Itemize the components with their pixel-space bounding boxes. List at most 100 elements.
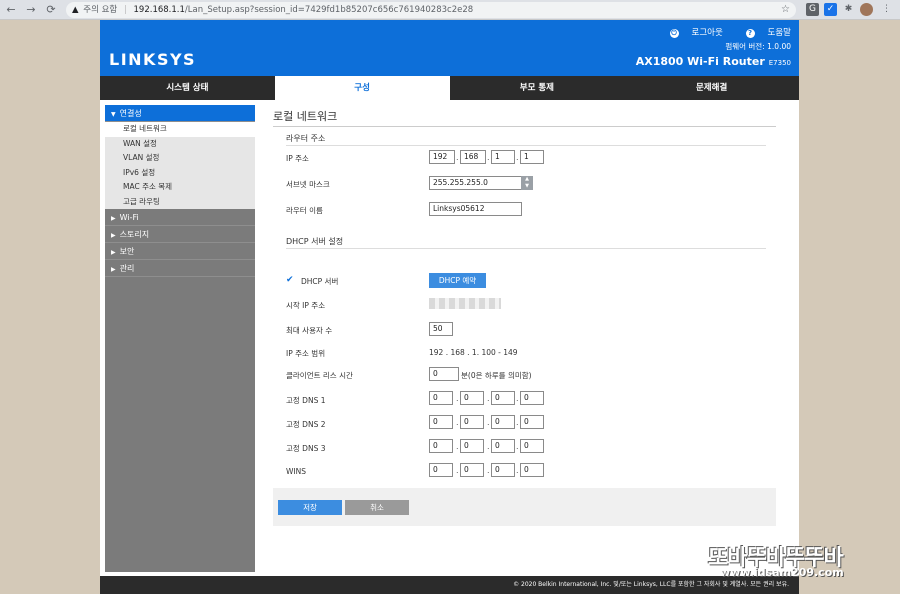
sidebar-subitem-vlan[interactable]: VLAN 설정: [105, 151, 255, 166]
dns1-octet-3[interactable]: 0: [491, 391, 515, 405]
subnet-mask-select[interactable]: 255.255.255.0: [429, 176, 533, 190]
linksys-logo: LINKSYS: [109, 50, 197, 69]
back-icon[interactable]: ←: [4, 3, 18, 17]
section-router-address: 라우터 주소: [286, 134, 326, 143]
logout-label: 로그아웃: [691, 28, 723, 38]
address-bar[interactable]: ▲ 주의 요함 | 192.168.1.1/Lan_Setup.asp?sess…: [66, 2, 796, 18]
dns1-octet-1[interactable]: 0: [429, 391, 453, 405]
bookmark-star-icon[interactable]: ☆: [781, 2, 790, 18]
dns1-octet-2[interactable]: 0: [460, 391, 484, 405]
dns2-octet-4[interactable]: 0: [520, 415, 544, 429]
watermark-url: www.idsam209.com: [720, 566, 844, 579]
dns2-octet-2[interactable]: 0: [460, 415, 484, 429]
warning-icon: ▲: [72, 5, 79, 15]
help-link[interactable]: ? 도움말: [736, 28, 791, 38]
dot-separator: .: [516, 466, 519, 475]
copyright-footer: © 2020 Belkin International, Inc. 및/또는 L…: [100, 576, 799, 594]
dot-separator: .: [456, 418, 459, 427]
ip-octet-2[interactable]: 168: [460, 150, 486, 164]
dhcp-reservation-button[interactable]: DHCP 예약: [429, 273, 486, 288]
tab-parental-control[interactable]: 부모 통제: [450, 76, 625, 100]
url-separator: |: [123, 5, 127, 15]
firmware-label: 펌웨어 버전:: [725, 42, 765, 51]
save-button[interactable]: 저장: [278, 500, 342, 515]
extension-icon[interactable]: G: [806, 3, 819, 16]
tab-troubleshooting[interactable]: 문제해결: [624, 76, 799, 100]
dns3-octet-1[interactable]: 0: [429, 439, 453, 453]
max-users-input[interactable]: 50: [429, 322, 453, 336]
select-arrows-icon[interactable]: ▲ ▼: [521, 176, 533, 190]
dns3-octet-2[interactable]: 0: [460, 439, 484, 453]
model-label: AX1800 Wi-Fi Router: [635, 55, 765, 68]
sidebar-item-security[interactable]: ▶ 보안: [105, 243, 255, 260]
dot-separator: .: [516, 394, 519, 403]
ip-octet-4[interactable]: 1: [520, 150, 544, 164]
puzzle-icon[interactable]: ✱: [842, 3, 855, 16]
sidebar-subitem-mac-clone[interactable]: MAC 주소 복제: [105, 180, 255, 195]
reload-icon[interactable]: ⟳: [44, 3, 58, 17]
lease-time-input[interactable]: 0: [429, 367, 459, 381]
wins-octet-2[interactable]: 0: [460, 463, 484, 477]
dns3-octet-3[interactable]: 0: [491, 439, 515, 453]
dns1-label: 고정 DNS 1: [286, 396, 326, 405]
wins-octet-1[interactable]: 0: [429, 463, 453, 477]
dot-separator: .: [516, 442, 519, 451]
security-warning: 주의 요함: [83, 5, 118, 15]
dot-separator: .: [456, 153, 459, 162]
sidebar: ▼ 연결성 로컬 네트워크 WAN 설정 VLAN 설정 IPv6 설정 MAC …: [105, 105, 255, 572]
profile-avatar[interactable]: [860, 3, 873, 16]
start-ip-redacted: [429, 298, 501, 309]
sidebar-subitem-wan[interactable]: WAN 설정: [105, 137, 255, 152]
sidebar-item-storage[interactable]: ▶ 스토리지: [105, 226, 255, 243]
sidebar-subitem-advanced-routing[interactable]: 고급 라우팅: [105, 195, 255, 210]
subnet-mask-label: 서브넷 마스크: [286, 180, 330, 189]
title-divider: [273, 126, 776, 127]
url-path: /Lan_Setup.asp?session_id=7429fd1b85207c…: [184, 5, 474, 15]
browser-toolbar: ← → ⟳ ▲ 주의 요함 | 192.168.1.1/Lan_Setup.as…: [0, 0, 900, 20]
logout-link[interactable]: ⏻ 로그아웃: [660, 28, 723, 38]
dot-separator: .: [516, 418, 519, 427]
sidebar-submenu: 로컬 네트워크 WAN 설정 VLAN 설정 IPv6 설정 MAC 주소 복제…: [105, 122, 255, 209]
help-icon: ?: [745, 29, 755, 38]
tab-configuration[interactable]: 구성: [274, 76, 450, 100]
section-divider: [286, 248, 766, 249]
page-title: 로컬 네트워크: [273, 110, 338, 123]
sidebar-item-label: 스토리지: [119, 230, 150, 239]
dot-separator: .: [456, 442, 459, 451]
section-divider: [286, 145, 766, 146]
sidebar-subitem-ipv6[interactable]: IPv6 설정: [105, 166, 255, 181]
dns3-octet-4[interactable]: 0: [520, 439, 544, 453]
sidebar-item-label: 보안: [119, 247, 135, 256]
tab-system-status[interactable]: 시스템 상태: [100, 76, 275, 100]
cancel-button[interactable]: 취소: [345, 500, 409, 515]
dns3-label: 고정 DNS 3: [286, 444, 326, 453]
sidebar-subitem-local-network[interactable]: 로컬 네트워크: [105, 122, 255, 137]
sidebar-item-label: 관리: [119, 264, 135, 273]
lease-time-note: 분(0은 하루를 의미함): [461, 371, 532, 380]
menu-kebab-icon[interactable]: ⋮: [880, 3, 893, 16]
ip-octet-1[interactable]: 192: [429, 150, 455, 164]
section-dhcp-settings: DHCP 서버 설정: [286, 237, 344, 246]
dns2-octet-3[interactable]: 0: [491, 415, 515, 429]
checklist-extension-icon[interactable]: ✓: [824, 3, 837, 16]
dot-separator: .: [516, 153, 519, 162]
wins-octet-4[interactable]: 0: [520, 463, 544, 477]
router-name-label: 라우터 이름: [286, 206, 323, 215]
sidebar-item-wifi[interactable]: ▶ Wi-Fi: [105, 209, 255, 226]
dhcp-server-checkbox[interactable]: ✔: [286, 276, 295, 285]
firmware-version: 펌웨어 버전: 1.0.00: [725, 41, 791, 52]
ip-range-value: 192 . 168 . 1. 100 - 149: [429, 348, 518, 357]
wins-octet-3[interactable]: 0: [491, 463, 515, 477]
router-name-input[interactable]: Linksys05612: [429, 202, 522, 216]
chevron-right-icon: ▶: [111, 249, 116, 256]
header: LINKSYS ⏻ 로그아웃 ? 도움말 펌웨어 버전: 1.0.00 AX1800…: [100, 20, 799, 76]
ip-octet-3[interactable]: 1: [491, 150, 515, 164]
sidebar-item-connectivity[interactable]: ▼ 연결성: [105, 105, 255, 122]
forward-icon[interactable]: →: [24, 3, 38, 17]
sidebar-item-management[interactable]: ▶ 관리: [105, 260, 255, 277]
dns1-octet-4[interactable]: 0: [520, 391, 544, 405]
chevron-right-icon: ▶: [111, 266, 116, 273]
dns2-octet-1[interactable]: 0: [429, 415, 453, 429]
dot-separator: .: [487, 466, 490, 475]
firmware-value: 1.0.00: [767, 42, 791, 51]
